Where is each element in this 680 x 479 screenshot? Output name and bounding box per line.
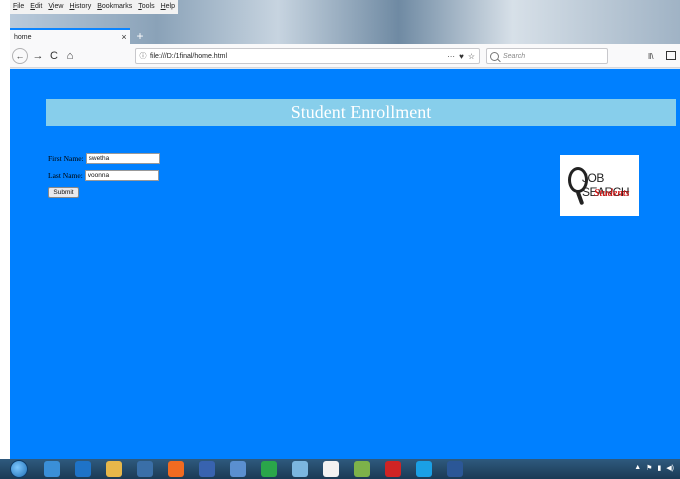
- last-name-row: Last Name:: [48, 169, 160, 181]
- tab-home[interactable]: home ×: [10, 28, 130, 44]
- skype-icon[interactable]: [416, 461, 432, 477]
- last-name-input[interactable]: [84, 169, 159, 181]
- forward-icon[interactable]: →: [30, 48, 46, 64]
- app-icon[interactable]: [354, 461, 370, 477]
- search-placeholder: Search: [503, 52, 526, 60]
- close-tab-icon[interactable]: ×: [118, 32, 130, 42]
- start-button-icon[interactable]: [10, 460, 28, 478]
- sidebar-icon[interactable]: [666, 51, 676, 60]
- tray-expand-icon[interactable]: ▲: [634, 464, 641, 472]
- first-name-input[interactable]: [85, 152, 160, 164]
- word-icon[interactable]: [447, 461, 463, 477]
- menu-bar: File Edit View History Bookmarks Tools H…: [10, 0, 178, 14]
- url-text[interactable]: file:///D:/1final/home.html: [150, 53, 447, 60]
- home-icon[interactable]: ⌂: [62, 48, 78, 64]
- back-icon[interactable]: ←: [12, 48, 28, 64]
- opera-icon[interactable]: [385, 461, 401, 477]
- submit-button[interactable]: Submit: [48, 187, 79, 198]
- explorer-icon[interactable]: [106, 461, 122, 477]
- title-bar: File Edit View History Bookmarks Tools H…: [10, 0, 680, 44]
- address-bar[interactable]: ⓘ file:///D:/1final/home.html ··· ♥ ☆: [135, 48, 480, 64]
- menu-bookmarks[interactable]: Bookmarks: [94, 0, 135, 14]
- tab-title: home: [14, 33, 32, 41]
- tray-volume-icon[interactable]: ◀): [666, 464, 674, 472]
- page-viewport: Student Enrollment First Name: Last Name…: [10, 69, 680, 459]
- first-name-label: First Name:: [48, 153, 84, 163]
- bookmark-star-icon[interactable]: ☆: [468, 52, 475, 61]
- taskbar: ▲ ⚑ ▮ ◀): [0, 459, 680, 479]
- library-icon[interactable]: ǁ\: [648, 52, 654, 61]
- first-name-row: First Name:: [48, 152, 160, 164]
- edit-icon[interactable]: [230, 461, 246, 477]
- pocket-icon[interactable]: ♥: [459, 52, 464, 61]
- job-search-logo: JOB SEARCH Students: [560, 155, 639, 216]
- menu-tools[interactable]: Tools: [135, 0, 157, 14]
- last-name-label: Last Name:: [48, 170, 83, 180]
- navigation-bar: ← → C ⌂ ⓘ file:///D:/1final/home.html ··…: [10, 44, 680, 68]
- system-tray: ▲ ⚑ ▮ ◀): [634, 464, 674, 472]
- firefox-icon[interactable]: [168, 461, 184, 477]
- new-tab-icon[interactable]: +: [134, 29, 146, 43]
- tray-battery-icon[interactable]: ▮: [657, 464, 661, 472]
- help-icon[interactable]: [44, 461, 60, 477]
- info-icon[interactable]: ⓘ: [136, 51, 150, 61]
- page-title: Student Enrollment: [290, 102, 432, 122]
- page-actions: ··· ♥ ☆: [447, 52, 479, 61]
- tray-flag-icon[interactable]: ⚑: [646, 464, 652, 472]
- files-icon[interactable]: [323, 461, 339, 477]
- logo-line2: Students: [594, 188, 630, 199]
- search-icon: [490, 51, 499, 61]
- network-icon[interactable]: [292, 461, 308, 477]
- chrome-icon[interactable]: [261, 461, 277, 477]
- browser-window: File Edit View History Bookmarks Tools H…: [10, 0, 680, 479]
- page-banner: Student Enrollment: [46, 99, 676, 126]
- reload-icon[interactable]: C: [46, 48, 62, 64]
- menu-file[interactable]: File: [10, 0, 27, 14]
- menu-history[interactable]: History: [66, 0, 94, 14]
- menu-view[interactable]: View: [45, 0, 66, 14]
- media-icon[interactable]: [137, 461, 153, 477]
- menu-edit[interactable]: Edit: [27, 0, 45, 14]
- ie-icon[interactable]: [75, 461, 91, 477]
- enrollment-form: First Name: Last Name: Submit: [48, 152, 160, 198]
- search-bar[interactable]: Search: [486, 48, 608, 64]
- outlook-icon[interactable]: [199, 461, 215, 477]
- menu-help[interactable]: Help: [158, 0, 178, 14]
- page-actions-icon[interactable]: ···: [447, 52, 455, 61]
